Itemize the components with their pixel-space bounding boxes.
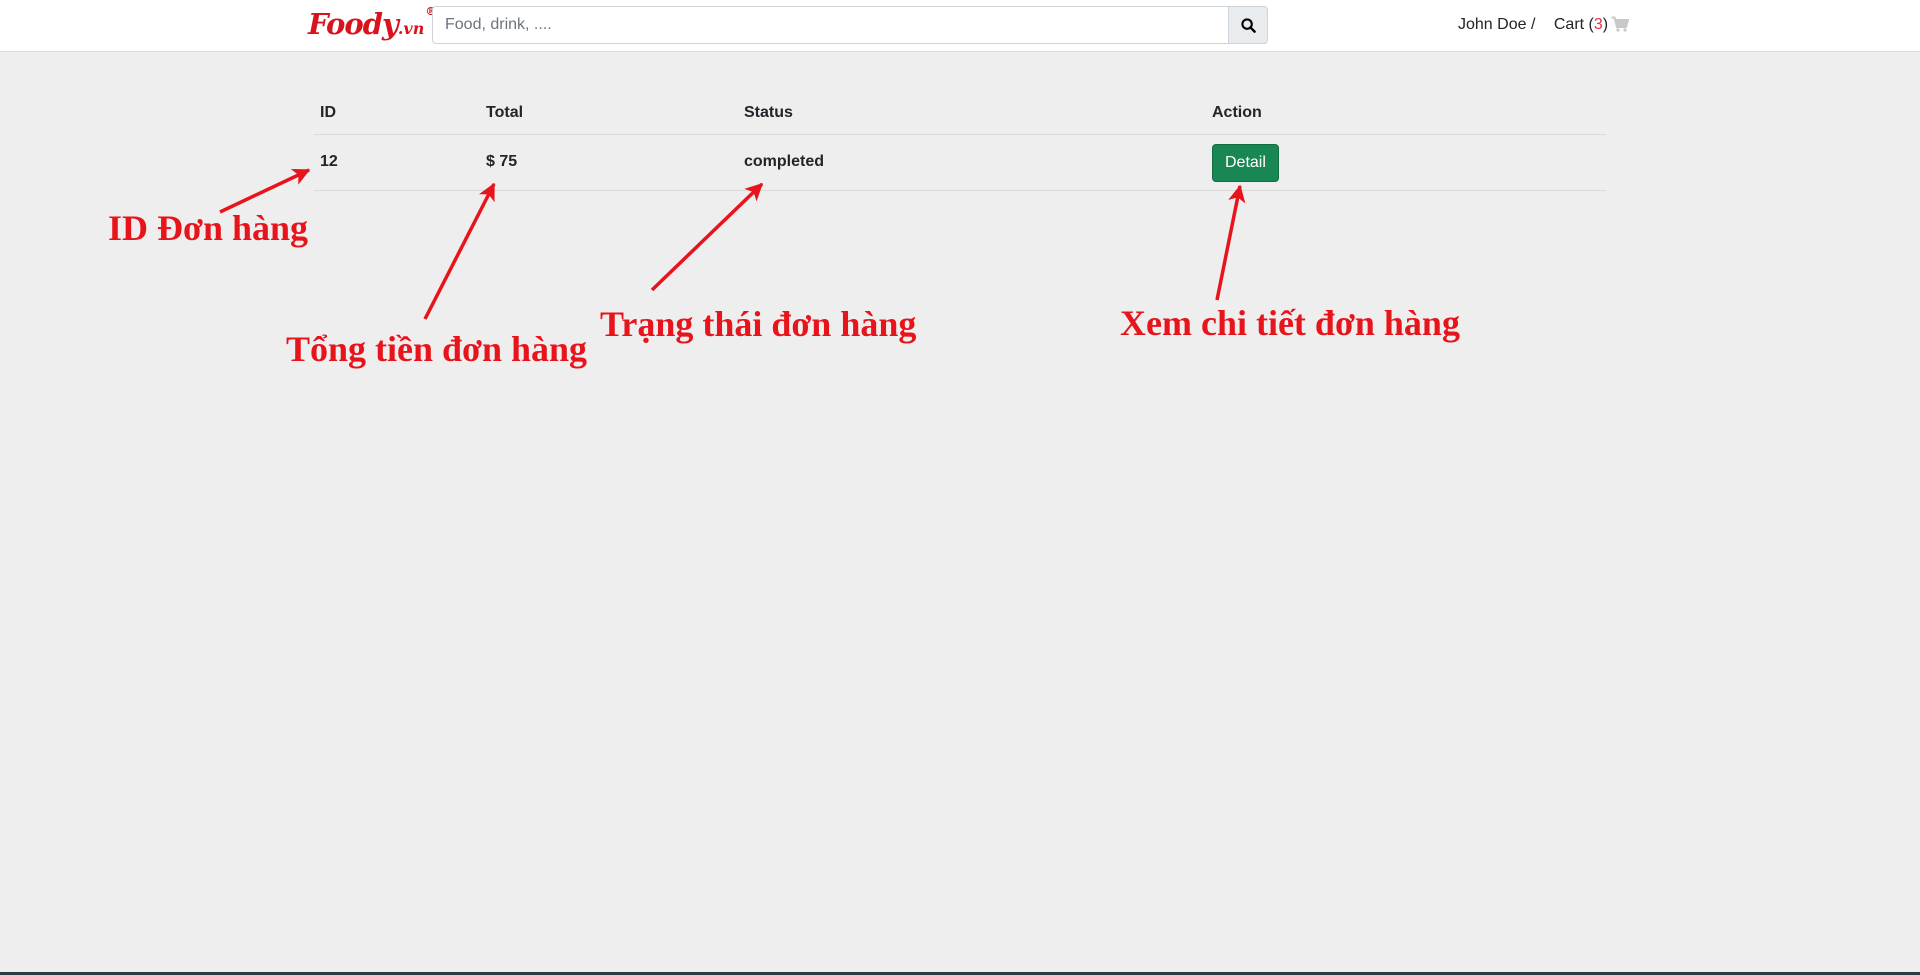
arrow-to-detail [1215,184,1246,301]
annotation-arrows [219,168,1246,320]
arrow-to-status [650,182,764,292]
annotation-status: Trạng thái đơn hàng [600,304,917,344]
annotation-id: ID Đơn hàng [108,208,309,248]
arrow-to-id [219,168,311,214]
arrow-to-total [423,182,496,320]
annotation-total: Tổng tiền đơn hàng [286,329,588,369]
annotation-detail: Xem chi tiết đơn hàng [1120,303,1460,343]
